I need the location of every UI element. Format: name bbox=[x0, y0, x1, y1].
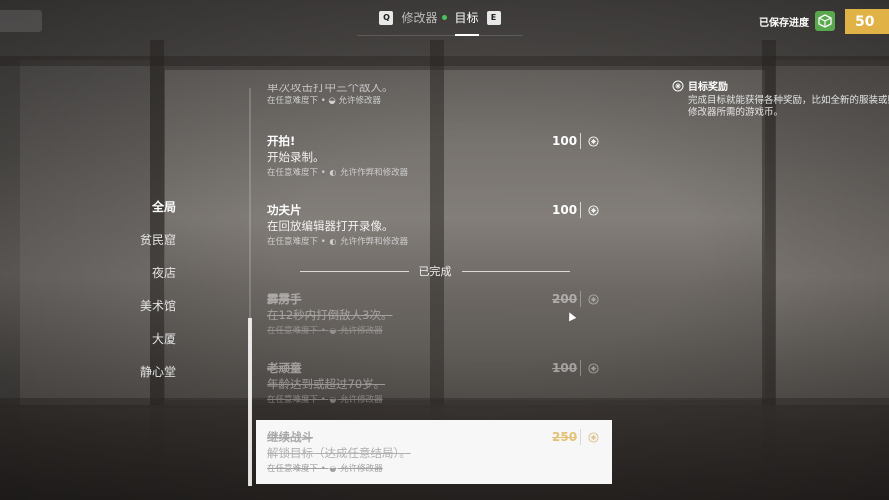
goal-meta: 在任意难度下 • ◒ 允许修改器 bbox=[267, 324, 612, 337]
reward-value: 250 bbox=[552, 430, 578, 444]
completed-divider: 已完成 bbox=[300, 264, 570, 278]
notification-dot bbox=[441, 15, 447, 20]
goal-difficulty: 在任意难度下 • bbox=[267, 326, 326, 336]
goal-rule: 允许作弊和修改器 bbox=[340, 237, 409, 247]
goal-meta: 在任意难度下 • ◐ 允许作弊和修改器 bbox=[267, 235, 612, 248]
nav-item-nightclub[interactable]: 夜店 bbox=[120, 256, 176, 289]
back-button[interactable] bbox=[0, 10, 42, 32]
goal-rule: 允许修改器 bbox=[338, 96, 382, 106]
reward-value: 100 bbox=[552, 134, 578, 148]
nav-item-global[interactable]: 全局 bbox=[120, 190, 176, 223]
coin-counter: 50 bbox=[845, 9, 889, 34]
goal-difficulty: 在任意难度下 • bbox=[267, 237, 326, 247]
info-body: 完成目标就能获得各种奖励，比如全新的服装或购买修改器所需的游戏币。 bbox=[688, 95, 889, 118]
goal-meta: 在任意难度下 • ◒ 允许修改器 bbox=[267, 393, 612, 406]
reward-value: 200 bbox=[552, 292, 578, 306]
reward-medal-icon bbox=[588, 362, 599, 374]
saved-progress-label: 已保存进度 bbox=[759, 18, 809, 29]
goal-rule: 允许作弊和修改器 bbox=[340, 168, 409, 178]
goal-difficulty: 在任意难度下 • bbox=[267, 96, 326, 106]
goal-difficulty: 在任意难度下 • bbox=[267, 464, 326, 474]
modifier-icon: ◒ bbox=[329, 464, 337, 473]
goal-item-kungfu-film[interactable]: 功夫片 在回放编辑器打开录像。 在任意难度下 • ◐ 允许作弊和修改器 100 bbox=[256, 202, 612, 248]
goal-reward: 100 bbox=[552, 202, 612, 218]
cheat-icon: ◐ bbox=[329, 237, 337, 246]
nav-item-gallery[interactable]: 美术馆 bbox=[120, 289, 176, 322]
goal-description: 年龄达到或超过70岁。 bbox=[267, 377, 386, 391]
goal-description: 单次攻击打中三个敌人。 bbox=[267, 84, 394, 94]
goal-item-action[interactable]: 开拍! 开始录制。 在任意难度下 • ◐ 允许作弊和修改器 100 bbox=[256, 133, 612, 179]
goal-reward: 100 bbox=[552, 360, 612, 376]
goal-description: 解锁目标（达成任意结局）。 bbox=[267, 446, 411, 460]
modifier-icon: ◒ bbox=[329, 395, 337, 404]
key-hint-right: E bbox=[486, 10, 501, 25]
goal-difficulty: 在任意难度下 • bbox=[267, 168, 326, 178]
cheat-icon: ◐ bbox=[329, 168, 337, 177]
goals-list: 单次攻击打中三个敌人。 在任意难度下 • ◒ 允许修改器 开拍! 开始录制。 在… bbox=[256, 80, 612, 500]
reward-value: 100 bbox=[552, 203, 578, 217]
goal-description: 开始录制。 bbox=[267, 150, 325, 164]
top-bar: Q 修改器 目标 E 已保存进度 50 bbox=[0, 0, 889, 44]
goal-item-thunder-hand[interactable]: 霹雳手 在12秒内打倒敌人3次。 在任意难度下 • ◒ 允许修改器 200 bbox=[256, 291, 612, 337]
goal-description: 在回放编辑器打开录像。 bbox=[267, 219, 394, 233]
category-nav: 全局 贫民窟 夜店 美术馆 大厦 静心堂 bbox=[120, 190, 176, 388]
key-hint-left: Q bbox=[379, 10, 394, 25]
goal-rule: 允许修改器 bbox=[340, 395, 383, 405]
completed-label: 已完成 bbox=[418, 265, 452, 278]
nav-item-slums[interactable]: 贫民窟 bbox=[120, 223, 176, 256]
info-title: 目标奖励 bbox=[688, 82, 728, 93]
reward-medal-icon bbox=[672, 80, 684, 91]
list-item-partial[interactable]: 单次攻击打中三个敌人。 在任意难度下 • ◒ 允许修改器 bbox=[267, 84, 597, 108]
reward-medal-icon bbox=[588, 204, 599, 216]
goal-meta: 在任意难度下 • ◒ 允许修改器 bbox=[267, 462, 612, 475]
reward-value: 100 bbox=[552, 361, 578, 375]
scrollbar-thumb[interactable] bbox=[248, 318, 252, 486]
reward-medal-icon bbox=[588, 293, 599, 305]
goal-description: 在12秒内打倒敌人3次。 bbox=[267, 308, 393, 322]
info-header: 目标奖励 bbox=[672, 78, 889, 93]
coin-amount: 50 bbox=[855, 13, 875, 30]
tab-goals[interactable]: 目标 bbox=[454, 0, 479, 36]
goal-reward: 100 bbox=[552, 133, 612, 149]
tab-modifiers[interactable]: 修改器 bbox=[401, 0, 447, 36]
tab-bar: Q 修改器 目标 E bbox=[357, 0, 523, 36]
goal-reward: 200 bbox=[552, 291, 612, 307]
goal-difficulty: 在任意难度下 • bbox=[267, 395, 326, 405]
modifier-icon: ◒ bbox=[328, 96, 336, 106]
tab-goals-label: 目标 bbox=[454, 11, 479, 25]
goal-item-keep-fighting[interactable]: 继续战斗 解锁目标（达成任意结局）。 在任意难度下 • ◒ 允许修改器 250 bbox=[256, 429, 612, 475]
nav-item-meditation-hall[interactable]: 静心堂 bbox=[120, 355, 176, 388]
modifier-icon: ◒ bbox=[329, 326, 337, 335]
goal-rule: 允许修改器 bbox=[340, 326, 383, 336]
goal-rewards-info: 目标奖励 完成目标就能获得各种奖励，比如全新的服装或购买修改器所需的游戏币。 bbox=[672, 78, 889, 119]
reward-medal-icon bbox=[588, 431, 599, 443]
nav-item-tower[interactable]: 大厦 bbox=[120, 322, 176, 355]
goal-item-old-urchin[interactable]: 老顽童 年龄达到或超过70岁。 在任意难度下 • ◒ 允许修改器 100 bbox=[256, 360, 612, 406]
goal-meta: 在任意难度下 • ◐ 允许作弊和修改器 bbox=[267, 166, 612, 179]
goal-reward: 250 bbox=[552, 429, 612, 445]
reward-medal-icon bbox=[588, 135, 599, 147]
goal-rule: 允许修改器 bbox=[340, 464, 383, 474]
goal-meta: 在任意难度下 • ◒ 允许修改器 bbox=[267, 95, 597, 108]
dice-icon[interactable] bbox=[815, 11, 835, 31]
tab-modifiers-label: 修改器 bbox=[401, 11, 438, 25]
